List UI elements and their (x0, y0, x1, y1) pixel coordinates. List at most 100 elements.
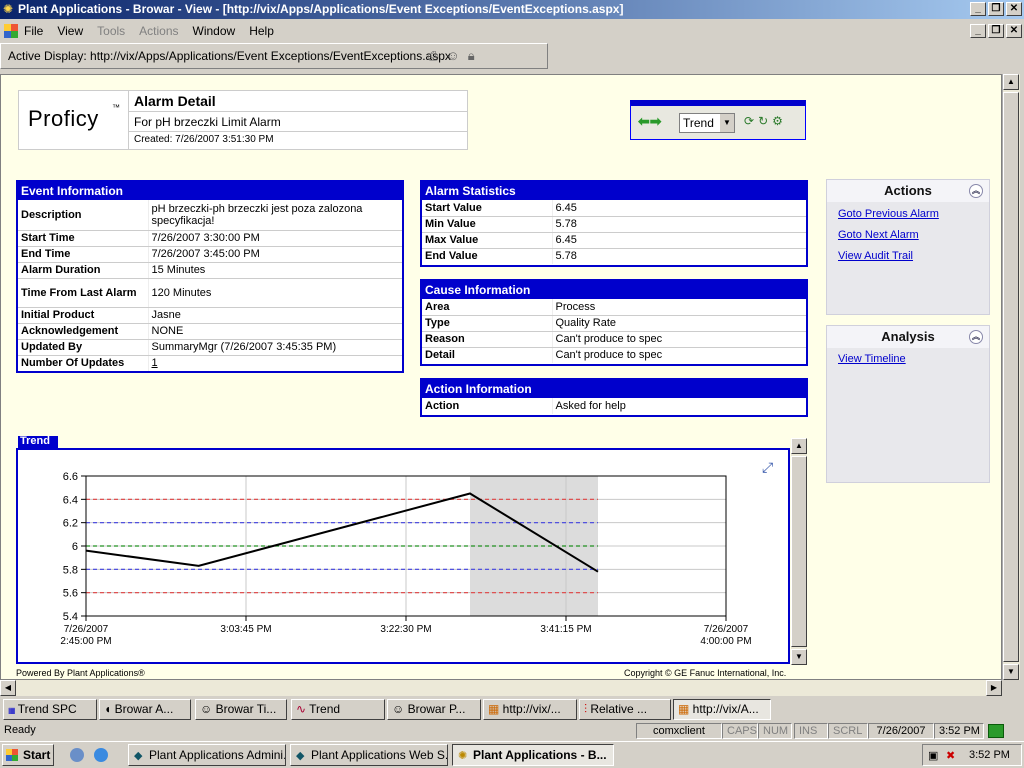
minimize-button[interactable]: _ (970, 2, 986, 16)
copyright: Copyright © GE Fanuc International, Inc. (624, 668, 787, 678)
event-information-panel: Event Information Description pH brzeczki… (16, 180, 404, 373)
status-user: comxclient (636, 723, 722, 739)
mdi-restore-button[interactable]: ❐ (988, 24, 1004, 38)
app-icon: ✺ (3, 2, 14, 16)
clock: 3:52 PM (969, 749, 1010, 761)
windows-icon: ▦ (488, 702, 503, 716)
chart-options-icon[interactable]: ⤢ (762, 460, 773, 476)
speaker-icon: ◖ (104, 702, 115, 716)
document-icon[interactable] (4, 24, 18, 38)
lock-icon[interactable]: 🔒︎ (468, 48, 475, 64)
camera-icon[interactable]: ▣ (928, 749, 938, 762)
people-icon: ☺ (200, 702, 216, 716)
menu-help[interactable]: Help (249, 24, 274, 38)
mdi-minimize-button[interactable]: _ (970, 24, 986, 38)
window-controls: _ ❐ ✕ (970, 2, 1022, 16)
table-row: Number Of Updates 1 (18, 355, 402, 371)
menu-window[interactable]: Window (193, 24, 236, 38)
task-http-vix[interactable]: ▦ http://vix/... (483, 699, 577, 720)
app-web-icon: ◆ (296, 750, 305, 762)
alarm-subtitle: For pH brzeczki Limit Alarm (134, 115, 281, 129)
table-row: End Value 5.78 (422, 248, 806, 264)
table-row: Updated By SummaryMgr (7/26/2007 3:45:35 … (18, 339, 402, 356)
display-type-value: Trend (683, 116, 714, 130)
horizontal-scrollbar[interactable]: ◀ ▶ (0, 680, 1002, 696)
y-tick-label: 5.6 (63, 588, 78, 600)
reload-icon[interactable]: ↻ (758, 114, 768, 128)
taskbar-plant-apps[interactable]: Plant Applications - B... (452, 744, 614, 766)
x-tick-label: 7/26/2007 (704, 624, 749, 635)
table-row: Max Value 6.45 (422, 232, 806, 249)
close-button[interactable]: ✕ (1006, 2, 1022, 16)
goto-next-alarm-link[interactable]: Goto Next Alarm (838, 229, 989, 241)
created-timestamp: Created: 7/26/2007 3:51:30 PM (134, 134, 274, 145)
restore-button[interactable]: ❐ (988, 2, 1004, 16)
scroll-up-icon[interactable]: ▲ (1003, 74, 1019, 90)
active-display-label: Active Display: http://vix/Apps/Applicat… (8, 49, 451, 63)
task-browar-a[interactable]: ◖ Browar A... (99, 699, 191, 720)
scroll-right-icon[interactable]: ▶ (986, 680, 1002, 696)
powered-by: Powered By Plant Applications® (16, 668, 145, 678)
goto-previous-alarm-link[interactable]: Goto Previous Alarm (838, 208, 989, 220)
task-browar-ti[interactable]: ☺ Browar Ti... (195, 699, 287, 720)
mdi-close-button[interactable]: ✕ (1006, 24, 1022, 38)
table-row: Start Time 7/26/2007 3:30:00 PM (18, 230, 402, 247)
x-tick-label: 3:03:45 PM (220, 624, 271, 635)
actions-panel: Actions ︽ Goto Previous Alarm Goto Next A… (826, 179, 990, 315)
chevron-down-icon[interactable]: ▼ (720, 114, 734, 132)
users-icon[interactable]: ☺ (446, 48, 459, 64)
menu-view[interactable]: View (57, 24, 83, 38)
table-row: End Time 7/26/2007 3:45:00 PM (18, 246, 402, 263)
updates-link[interactable]: 1 (152, 357, 158, 369)
y-tick-label: 6 (72, 541, 78, 553)
task-http-vix-a[interactable]: ▦ http://vix/A... (673, 699, 771, 720)
refresh-icon[interactable]: ⟳ (744, 114, 754, 128)
x-tick-label: 7/26/2007 (64, 624, 109, 635)
view-timeline-link[interactable]: View Timeline (838, 353, 989, 365)
prev-arrow-icon[interactable]: ⬅ (638, 113, 650, 129)
trend-tab: Trend (18, 436, 58, 448)
people-icon: ☺ (392, 702, 408, 716)
trend-scrollbar[interactable]: ▲ ▼ (791, 438, 807, 665)
settings-icon[interactable]: ⚙ (772, 114, 783, 128)
scroll-down-icon[interactable]: ▼ (1003, 664, 1019, 680)
taskbar-plant-admin[interactable]: Plant Applications Admini... (128, 744, 286, 766)
task-relative[interactable]: ⫶ Relative ... (579, 699, 671, 720)
window-title: Plant Applications - Browar - View - [ht… (0, 0, 1024, 19)
trend-chart: 6.66.46.265.85.65.47/26/20072:45:00 PM3:… (60, 460, 773, 647)
display-type-select[interactable]: Trend ▼ (679, 113, 735, 133)
alarm-statistics-title: Alarm Statistics (422, 182, 806, 200)
task-trend[interactable]: ∿ Trend (291, 699, 385, 720)
mdi-controls: _ ❐ ✕ (970, 24, 1022, 38)
x-tick-label: 2:45:00 PM (60, 636, 111, 647)
task-trend-spc[interactable]: ▦ Trend SPC (3, 699, 97, 720)
view-audit-trail-link[interactable]: View Audit Trail (838, 250, 989, 262)
y-tick-label: 6.2 (63, 518, 78, 530)
desktop-icon[interactable] (70, 748, 84, 762)
status-num: NUM (758, 723, 792, 739)
scroll-thumb[interactable] (1003, 92, 1019, 662)
address-icons: ⎙ ☺ 🔒︎ (428, 48, 475, 64)
ie-icon[interactable] (94, 748, 108, 762)
scroll-up-icon[interactable]: ▲ (791, 438, 807, 454)
trademark: ™ (112, 103, 120, 112)
task-browar-p[interactable]: ☺ Browar P... (387, 699, 481, 720)
vertical-scrollbar[interactable]: ▲ ▼ (1002, 74, 1020, 680)
page-title: Alarm Detail (134, 93, 216, 109)
app-admin-icon: ◆ (134, 750, 143, 762)
print-icon[interactable]: ⎙ (428, 48, 438, 64)
cause-information-title: Cause Information (422, 281, 806, 299)
nav-tools: ⟳ ↻ ⚙ (744, 114, 783, 128)
y-tick-label: 5.4 (63, 611, 78, 623)
status-ins: INS (794, 723, 828, 739)
network-icon[interactable]: ✖ (946, 749, 955, 762)
taskbar-plant-web[interactable]: Plant Applications Web S... (290, 744, 448, 766)
next-arrow-icon[interactable]: ➡ (650, 113, 662, 129)
scroll-thumb[interactable] (791, 456, 807, 647)
collapse-icon[interactable]: ︽ (969, 330, 983, 344)
scroll-down-icon[interactable]: ▼ (791, 649, 807, 665)
scroll-left-icon[interactable]: ◀ (0, 680, 16, 696)
menu-actions: Actions (139, 24, 179, 38)
menu-file[interactable]: File (24, 24, 43, 38)
collapse-icon[interactable]: ︽ (969, 184, 983, 198)
